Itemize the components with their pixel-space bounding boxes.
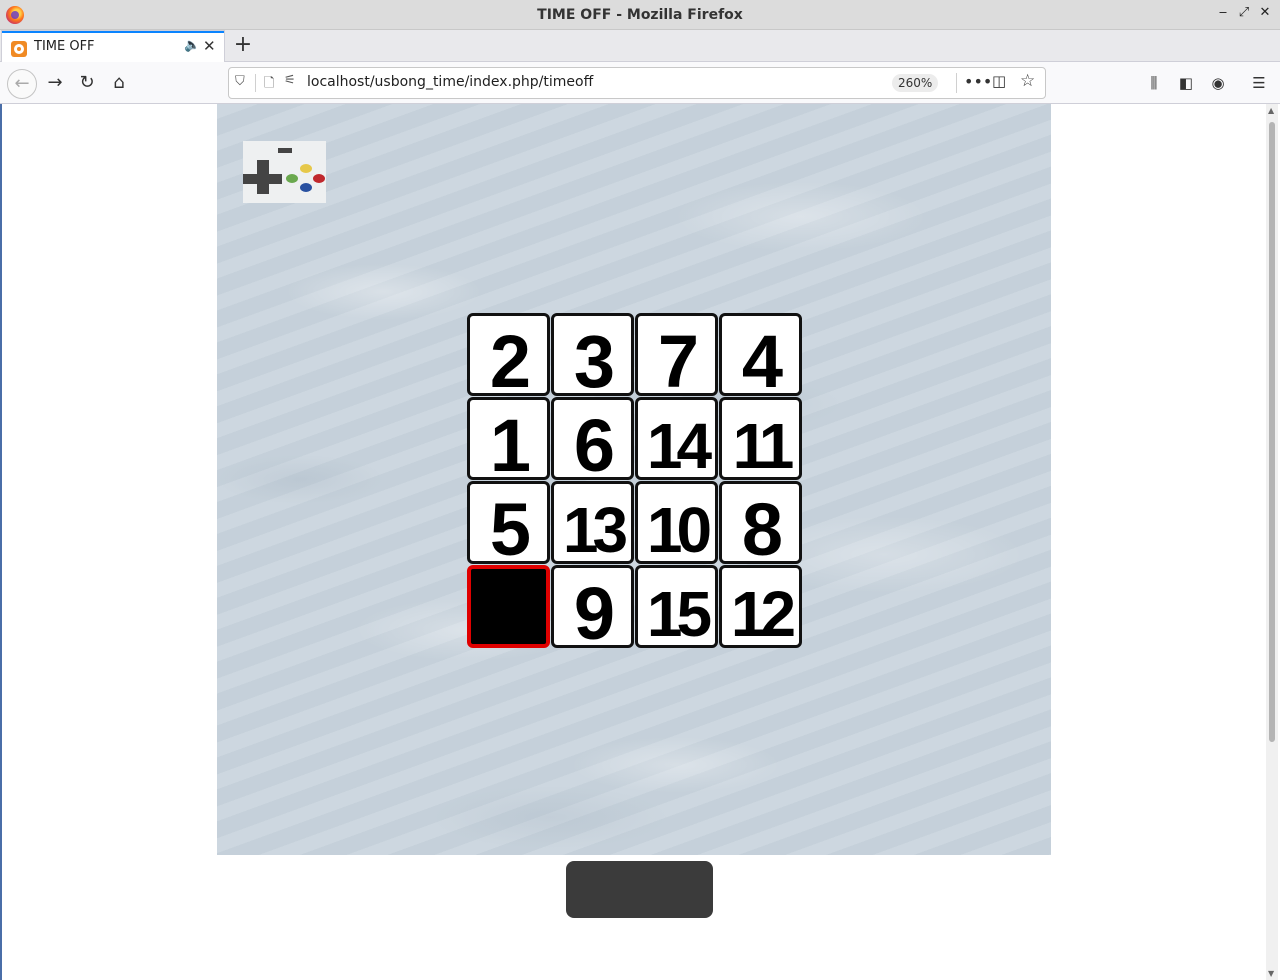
puzzle-tile-number: 4	[741, 320, 783, 396]
back-button[interactable]: ←	[7, 69, 37, 99]
puzzle-tile-12[interactable]: 12	[719, 565, 802, 648]
url-text[interactable]: localhost/usbong_time/index.php/timeoff	[307, 74, 593, 90]
zoom-level-badge[interactable]: 260%	[892, 74, 939, 92]
puzzle-tile-15[interactable]: 15	[635, 565, 718, 648]
puzzle-tile-number: 9	[573, 572, 615, 648]
account-icon[interactable]: ◉	[1208, 73, 1228, 93]
puzzle-empty-slot[interactable]	[467, 565, 550, 648]
puzzle-tile-9[interactable]: 9	[551, 565, 634, 648]
page-info-icon[interactable]: 🗋	[264, 74, 274, 96]
forward-button[interactable]: →	[40, 69, 70, 99]
window-title: TIME OFF - Mozilla Firefox	[537, 7, 743, 23]
puzzle-tile-number: 15	[646, 578, 712, 648]
puzzle-tile-6[interactable]: 6	[551, 397, 634, 480]
action-button[interactable]	[566, 861, 713, 918]
tab-label: TIME OFF	[34, 39, 95, 54]
controller-yellow-button	[300, 164, 312, 173]
puzzle-tile-number: 1	[489, 404, 531, 480]
divider	[956, 73, 957, 93]
puzzle-tile-4[interactable]: 4	[719, 313, 802, 396]
scrollbar-thumb[interactable]	[1269, 122, 1275, 742]
tab-strip: TIME OFF 🔈 ✕	[0, 30, 1280, 62]
scroll-down-icon[interactable]: ▼	[1268, 969, 1274, 978]
puzzle-tile-number: 8	[741, 488, 783, 564]
home-button[interactable]: ⌂	[104, 69, 134, 99]
menu-icon[interactable]: ☰	[1249, 73, 1269, 93]
game-area-sand-background: 2 3 7 4 1 6 14 11 5 13 10 8 9 15 12	[217, 104, 1051, 855]
puzzle-tile-number: 2	[489, 320, 531, 396]
puzzle-tile-13[interactable]: 13	[551, 481, 634, 564]
address-bar[interactable]: ⛉ 🗋 ⚟ localhost/usbong_time/index.php/ti…	[228, 67, 1046, 99]
controller-dpad-vertical	[257, 160, 269, 194]
tracking-shield-icon[interactable]: ⛉	[235, 74, 245, 89]
close-tab-icon[interactable]: ✕	[203, 37, 216, 55]
controller-select-button	[278, 148, 292, 153]
puzzle-tile-5[interactable]: 5	[467, 481, 550, 564]
site-favicon-icon	[11, 41, 27, 57]
maximize-icon[interactable]: ⤢	[1235, 5, 1253, 20]
puzzle-tile-number: 7	[657, 320, 699, 396]
puzzle-tile-number: 11	[732, 410, 795, 480]
puzzle-tile-11[interactable]: 11	[719, 397, 802, 480]
puzzle-tile-number: 12	[730, 578, 796, 648]
puzzle-tile-7[interactable]: 7	[635, 313, 718, 396]
puzzle-tile-number: 6	[573, 404, 615, 480]
vertical-scrollbar[interactable]: ▲ ▼	[1266, 104, 1278, 980]
permissions-icon[interactable]: ⚟	[284, 73, 296, 88]
puzzle-tile-number: 5	[489, 488, 531, 564]
puzzle-tile-2[interactable]: 2	[467, 313, 550, 396]
controller-blue-button	[300, 183, 312, 192]
pocket-icon[interactable]: ◫	[992, 72, 1006, 90]
speaker-icon[interactable]: 🔈	[184, 38, 200, 53]
tab-time-off[interactable]: TIME OFF 🔈 ✕	[2, 31, 224, 62]
puzzle-tile-number: 3	[573, 320, 615, 396]
controller-red-button	[313, 174, 325, 183]
reload-button[interactable]: ↻	[72, 69, 102, 99]
sidebar-icon[interactable]: ◧	[1176, 73, 1196, 93]
navigation-toolbar: ← → ↻ ⌂ ⛉ 🗋 ⚟ localhost/usbong_time/inde…	[0, 62, 1280, 104]
puzzle-tile-number: 10	[646, 494, 712, 564]
library-icon[interactable]: ⫼	[1144, 73, 1164, 93]
page-actions-icon[interactable]: •••	[964, 72, 992, 91]
puzzle-tile-number: 14	[646, 410, 712, 480]
new-tab-button[interactable]: +	[232, 34, 254, 56]
puzzle-tile-number: 13	[562, 494, 628, 564]
game-controller-icon[interactable]	[243, 141, 326, 203]
puzzle-tile-10[interactable]: 10	[635, 481, 718, 564]
divider	[255, 74, 256, 92]
puzzle-tile-8[interactable]: 8	[719, 481, 802, 564]
minimize-icon[interactable]: ‒	[1214, 5, 1232, 20]
controller-green-button	[286, 174, 298, 183]
puzzle-tile-3[interactable]: 3	[551, 313, 634, 396]
scroll-up-icon[interactable]: ▲	[1268, 106, 1274, 115]
close-window-icon[interactable]: ✕	[1256, 5, 1274, 20]
bookmark-star-icon[interactable]: ☆	[1020, 71, 1035, 91]
puzzle-tile-14[interactable]: 14	[635, 397, 718, 480]
sliding-puzzle-board: 2 3 7 4 1 6 14 11 5 13 10 8 9 15 12	[467, 313, 802, 648]
puzzle-tile-1[interactable]: 1	[467, 397, 550, 480]
window-titlebar: TIME OFF - Mozilla Firefox ‒ ⤢ ✕	[0, 0, 1280, 30]
